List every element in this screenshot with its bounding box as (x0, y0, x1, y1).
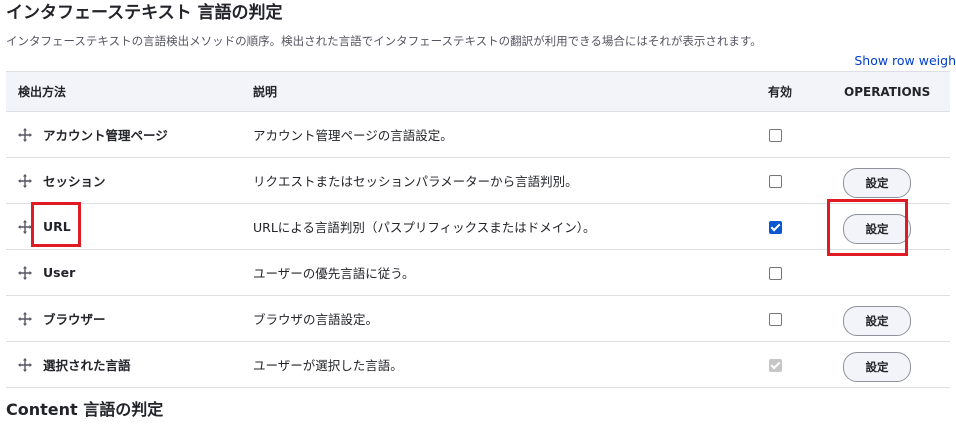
method-description: ユーザーの優先言語に従う。 (253, 249, 765, 296)
method-description: ユーザーが選択した言語。 (253, 341, 765, 388)
enabled-cell (765, 295, 834, 342)
header-enabled: 有効 (765, 71, 834, 112)
move-arrows-icon[interactable] (17, 219, 33, 235)
table-row: User ユーザーの優先言語に従う。 (6, 249, 950, 296)
configure-button[interactable]: 設定 (843, 213, 911, 244)
table-row: アカウント管理ページ アカウント管理ページの言語設定。 (6, 111, 950, 158)
method-name: 選択された言語 (43, 358, 131, 373)
page-description: インタフェーステキストの言語検出メソッドの順序。検出された言語でインタフェーステ… (6, 34, 762, 48)
section-title-content-detection: Content 言語の判定 (6, 400, 164, 419)
method-description: URLによる言語判別（パスプリフィックスまたはドメイン）。 (253, 203, 765, 250)
table-row: セッション リクエストまたはセッションパラメーターから言語判別。 設定 (6, 157, 950, 204)
move-arrows-icon[interactable] (17, 127, 33, 143)
header-operations: OPERATIONS (834, 71, 950, 112)
header-description: 説明 (253, 71, 765, 112)
method-name: アカウント管理ページ (43, 128, 168, 143)
method-cell: アカウント管理ページ (6, 111, 253, 158)
method-name: ブラウザー (43, 312, 106, 327)
method-cell: ブラウザー (6, 295, 253, 342)
move-arrows-icon[interactable] (17, 311, 33, 327)
operations-cell: 設定 (834, 203, 950, 250)
configure-button[interactable]: 設定 (843, 305, 911, 336)
header-method: 検出方法 (6, 71, 253, 112)
enabled-cell (765, 249, 834, 296)
method-description: アカウント管理ページの言語設定。 (253, 111, 765, 158)
operations-cell (834, 249, 950, 296)
table-header-row: 検出方法 説明 有効 OPERATIONS (6, 71, 950, 112)
table-row: 選択された言語 ユーザーが選択した言語。 設定 (6, 341, 950, 388)
method-name: セッション (43, 174, 106, 189)
enabled-checkbox[interactable] (769, 313, 782, 326)
enabled-cell (765, 341, 834, 388)
configure-button[interactable]: 設定 (843, 351, 911, 382)
show-row-weights-link[interactable]: Show row weigh (854, 53, 956, 68)
page-title: インタフェーステキスト 言語の判定 (6, 3, 283, 23)
operations-cell (834, 111, 950, 158)
method-cell: 選択された言語 (6, 341, 253, 388)
method-description: ブラウザの言語設定。 (253, 295, 765, 342)
method-description: リクエストまたはセッションパラメーターから言語判別。 (253, 157, 765, 204)
move-arrows-icon[interactable] (17, 173, 33, 189)
table-row: URL URLによる言語判別（パスプリフィックスまたはドメイン）。 設定 (6, 203, 950, 250)
move-arrows-icon[interactable] (17, 265, 33, 281)
configure-button[interactable]: 設定 (843, 167, 911, 198)
detection-methods-table: 検出方法 説明 有効 OPERATIONS アカウント管理ページ アカウント管理… (6, 71, 950, 388)
method-cell: セッション (6, 157, 253, 204)
method-name: URL (43, 219, 71, 235)
move-arrows-icon[interactable] (17, 357, 33, 373)
operations-cell: 設定 (834, 157, 950, 204)
enabled-checkbox[interactable] (769, 129, 782, 142)
enabled-cell (765, 157, 834, 204)
enabled-checkbox[interactable] (769, 175, 782, 188)
method-name: User (43, 265, 76, 281)
operations-cell: 設定 (834, 341, 950, 388)
enabled-checkbox-disabled (769, 359, 782, 372)
enabled-checkbox[interactable] (769, 267, 782, 280)
enabled-cell (765, 111, 834, 158)
method-cell: User (6, 249, 253, 296)
enabled-cell (765, 203, 834, 250)
method-cell: URL (6, 203, 253, 250)
operations-cell: 設定 (834, 295, 950, 342)
table-row: ブラウザー ブラウザの言語設定。 設定 (6, 295, 950, 342)
enabled-checkbox[interactable] (769, 221, 782, 234)
